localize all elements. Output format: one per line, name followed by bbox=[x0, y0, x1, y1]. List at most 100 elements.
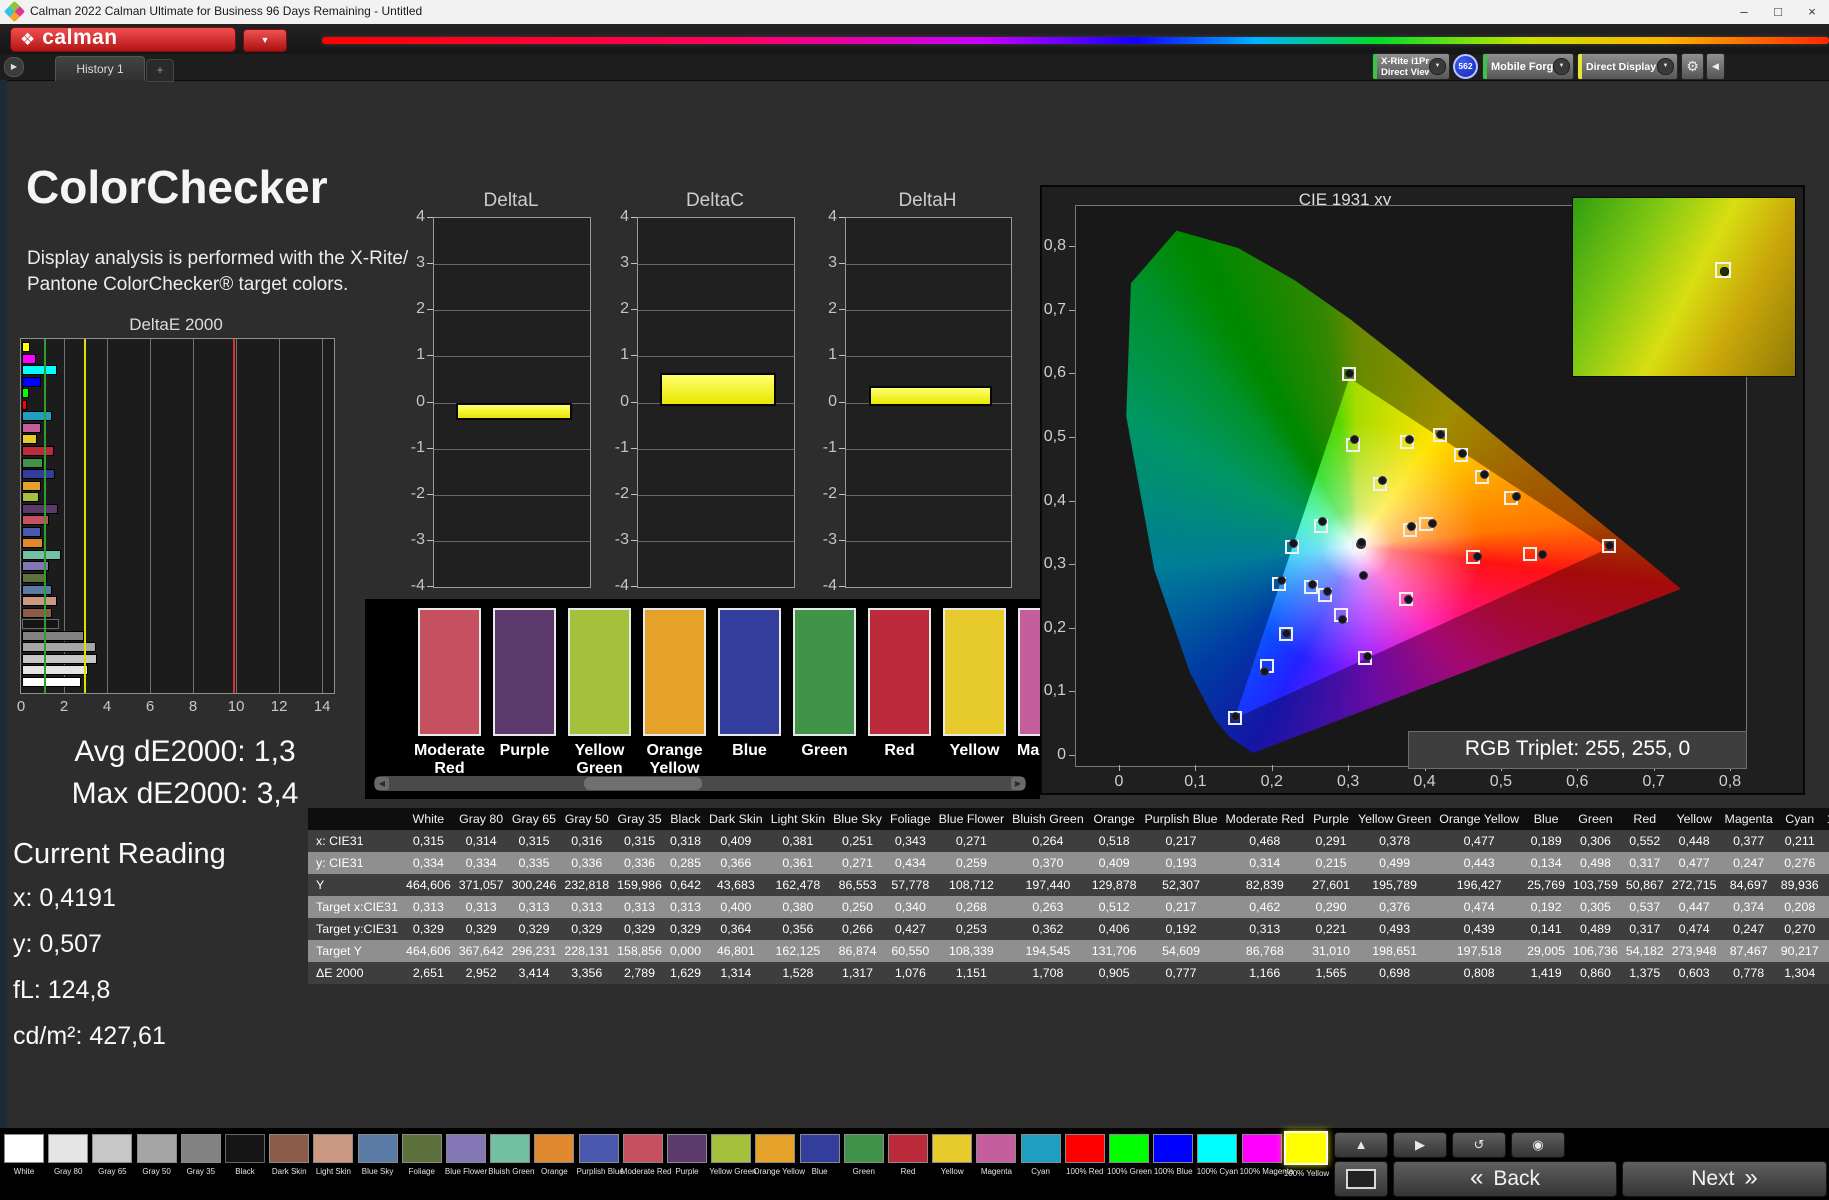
axis-tick bbox=[427, 493, 433, 495]
palette-item-orange[interactable]: Orange bbox=[532, 1134, 576, 1176]
gridline bbox=[322, 339, 324, 693]
palette-item-purple[interactable]: Purple bbox=[665, 1134, 709, 1176]
minimize-button[interactable]: – bbox=[1727, 0, 1761, 23]
close-button[interactable]: × bbox=[1795, 0, 1829, 23]
table-cell: 0,409 bbox=[1098, 856, 1130, 870]
palette-item-purplish-blue[interactable]: Purplish Blue bbox=[577, 1134, 624, 1176]
meter-dropdown[interactable]: X-Rite i1Pro 3Direct View ▼ bbox=[1372, 53, 1450, 80]
eject-button[interactable]: ▲ bbox=[1334, 1132, 1388, 1158]
collapse-panel-button[interactable]: ◀ bbox=[1706, 53, 1725, 80]
palette-item-cyan[interactable]: Cyan bbox=[1019, 1134, 1063, 1176]
palette-item-100-magenta[interactable]: 100% Magenta bbox=[1240, 1134, 1293, 1176]
table-cell: 162,125 bbox=[775, 944, 821, 958]
table-cell: 0,343 bbox=[894, 834, 926, 848]
swatch-strip-panel: ◀ ▶ Moderate Red Purple Yellow Green Orange… bbox=[365, 599, 1040, 799]
palette-item-moderate-red[interactable]: Moderate Red bbox=[621, 1134, 672, 1176]
palette-item-yellow-green[interactable]: Yellow Green bbox=[709, 1134, 756, 1176]
axis-tick-label: 0,1 bbox=[1184, 773, 1207, 790]
palette-item-blue-flower[interactable]: Blue Flower bbox=[444, 1134, 488, 1176]
axis-tick bbox=[1069, 564, 1075, 566]
palette-item-blue[interactable]: Blue bbox=[798, 1134, 842, 1176]
axis-tick bbox=[427, 217, 433, 218]
table-cell: 0,329 bbox=[465, 922, 497, 936]
palette-item-bluish-green[interactable]: Bluish Green bbox=[488, 1134, 534, 1176]
palette-item-black[interactable]: Black bbox=[223, 1134, 267, 1176]
swatch-yellow-green[interactable] bbox=[568, 608, 631, 736]
palette-item-gray-80[interactable]: Gray 80 bbox=[46, 1134, 90, 1176]
reading-y: y: 0,507 bbox=[13, 930, 102, 958]
palette-item-gray-35[interactable]: Gray 35 bbox=[179, 1134, 223, 1176]
tab-scroll-button[interactable]: ▶ bbox=[4, 57, 24, 77]
swatch-scrollbar[interactable]: ◀ ▶ bbox=[374, 776, 1026, 791]
table-cell: 0,537 bbox=[1629, 900, 1661, 914]
swatch-purple[interactable] bbox=[493, 608, 556, 736]
palette-item-orange-yellow[interactable]: Orange Yellow bbox=[753, 1134, 805, 1176]
maximize-button[interactable]: □ bbox=[1761, 0, 1795, 23]
scrollbar-thumb[interactable] bbox=[584, 777, 702, 790]
table-cell: 0,329 bbox=[571, 922, 603, 936]
table-cell: 0,698 bbox=[1379, 966, 1411, 980]
scroll-right-icon[interactable]: ▶ bbox=[1011, 777, 1025, 790]
gear-icon[interactable]: ⚙ bbox=[1681, 53, 1704, 80]
table-cell: 0,406 bbox=[1098, 922, 1130, 936]
table-cell: 86,874 bbox=[838, 944, 877, 958]
palette-item-gray-50[interactable]: Gray 50 bbox=[135, 1134, 179, 1176]
de-bar-100-red bbox=[22, 399, 28, 410]
palette-item-green[interactable]: Green bbox=[842, 1134, 886, 1176]
table-cell: 108,712 bbox=[948, 878, 994, 892]
gridline bbox=[846, 310, 1011, 312]
back-button[interactable]: « Back bbox=[1393, 1161, 1617, 1197]
palette-item-100-blue[interactable]: 100% Blue bbox=[1151, 1134, 1195, 1176]
palette-item-foliage[interactable]: Foliage bbox=[400, 1134, 444, 1176]
swatch-orange-yellow[interactable] bbox=[643, 608, 706, 736]
table-cell: 0,329 bbox=[669, 922, 701, 936]
palette-item-magenta[interactable]: Magenta bbox=[974, 1134, 1018, 1176]
loop-button[interactable]: ↺ bbox=[1452, 1132, 1506, 1158]
workflow-dropdown[interactable]: Direct Display Control ▼ bbox=[1577, 53, 1678, 80]
add-tab-button[interactable]: + bbox=[146, 59, 174, 82]
pattern-count-badge[interactable]: 562 bbox=[1453, 54, 1478, 79]
palette-item-100-red[interactable]: 100% Red bbox=[1063, 1134, 1107, 1176]
palette-label: Green bbox=[852, 1167, 875, 1176]
axis-tick-label: 0,7 bbox=[1642, 773, 1665, 790]
reference-line bbox=[232, 339, 235, 693]
palette-item-100-yellow[interactable]: 100% Yellow bbox=[1283, 1131, 1329, 1178]
palette-item-blue-sky[interactable]: Blue Sky bbox=[356, 1134, 400, 1176]
pattern-window-button[interactable] bbox=[1334, 1161, 1388, 1197]
table-cell: 159,986 bbox=[617, 878, 662, 892]
swatch-moderate-red[interactable] bbox=[418, 608, 481, 736]
tab-history-1[interactable]: History 1 bbox=[55, 56, 145, 81]
column-header: Black bbox=[670, 812, 701, 826]
scroll-left-icon[interactable]: ◀ bbox=[375, 777, 389, 790]
swatch-green[interactable] bbox=[793, 608, 856, 736]
table-cell: 0,134 bbox=[1530, 856, 1562, 870]
gridline bbox=[846, 264, 1011, 266]
de-bar-cyan bbox=[22, 411, 53, 422]
palette-item-light-skin[interactable]: Light Skin bbox=[311, 1134, 355, 1176]
palette-item-white[interactable]: White bbox=[2, 1134, 46, 1176]
palette-item-yellow[interactable]: Yellow bbox=[930, 1134, 974, 1176]
play-button[interactable]: ▶ bbox=[1393, 1132, 1447, 1158]
chevron-down-icon: ▼ bbox=[1553, 58, 1570, 75]
column-header: Gray 50 bbox=[564, 812, 609, 826]
palette-item-dark-skin[interactable]: Dark Skin bbox=[267, 1134, 311, 1176]
calman-menu-dropdown[interactable]: ▼ bbox=[243, 29, 287, 52]
de-bar-gray-35 bbox=[22, 630, 84, 641]
swatch-yellow[interactable] bbox=[943, 608, 1006, 736]
swatch-blue[interactable] bbox=[718, 608, 781, 736]
palette-item-red[interactable]: Red bbox=[886, 1134, 930, 1176]
palette-item-100-green[interactable]: 100% Green bbox=[1107, 1134, 1152, 1176]
column-header: Yellow bbox=[1676, 812, 1712, 826]
palette-item-gray-65[interactable]: Gray 65 bbox=[90, 1134, 134, 1176]
axis-tick bbox=[427, 355, 433, 357]
axis-tick bbox=[631, 401, 637, 403]
palette-item-100-cyan[interactable]: 100% Cyan bbox=[1195, 1134, 1239, 1176]
calman-menu-button[interactable]: ❖ calman bbox=[10, 26, 236, 52]
swatch-red[interactable] bbox=[868, 608, 931, 736]
source-dropdown[interactable]: Mobile Forge ▼ bbox=[1482, 53, 1574, 80]
record-button[interactable]: ◉ bbox=[1511, 1132, 1565, 1158]
next-button[interactable]: Next » bbox=[1622, 1161, 1827, 1197]
de-bar-yellow-green bbox=[22, 492, 39, 503]
table-row: ΔE 2000 2,651 2,952 3,414 3,356 2,789 1,629 1,3… bbox=[308, 962, 1829, 984]
palette-patch bbox=[180, 1134, 221, 1163]
